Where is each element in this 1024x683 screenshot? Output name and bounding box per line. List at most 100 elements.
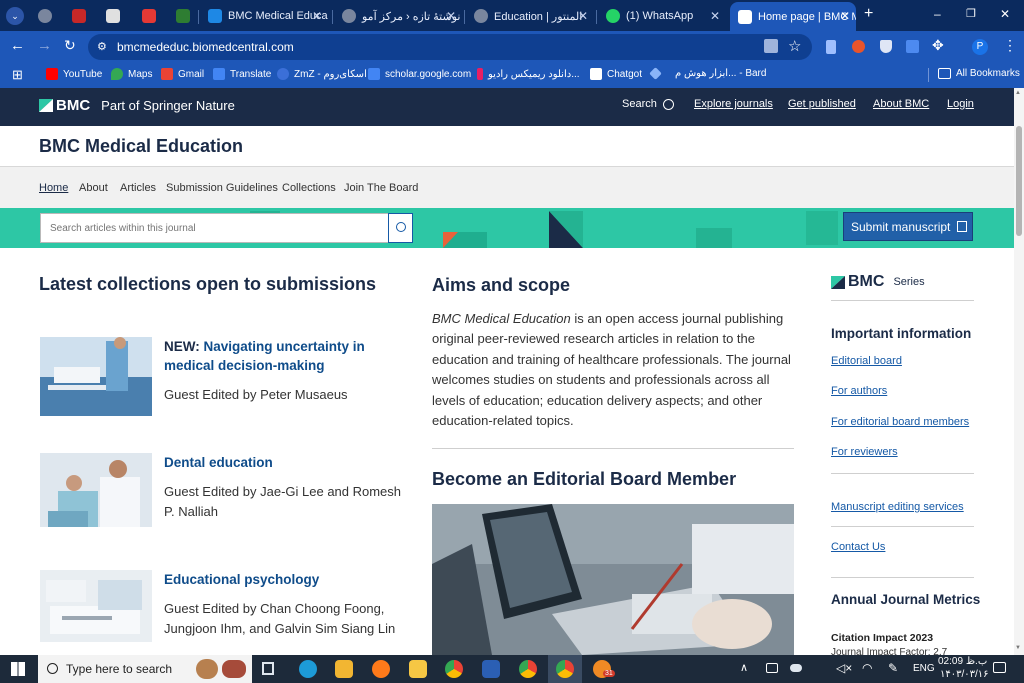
- scroll-up-arrow[interactable]: ▲: [1015, 90, 1021, 96]
- taskbar-search-box[interactable]: Type here to search: [38, 655, 252, 683]
- firefox-icon[interactable]: [372, 660, 390, 678]
- manuscript-editing-services-link[interactable]: Manuscript editing services: [831, 501, 964, 513]
- browser-tab[interactable]: BMC Medical Educa ✕: [200, 4, 328, 28]
- reload-icon[interactable]: ↻: [64, 37, 76, 54]
- browser-tab[interactable]: (1) WhatsApp ✕: [598, 4, 726, 28]
- onedrive-icon[interactable]: [790, 664, 802, 672]
- close-window-button[interactable]: ✕: [1000, 7, 1010, 21]
- collection-title-link[interactable]: Educational psychology: [164, 570, 394, 589]
- new-tab-button[interactable]: +: [864, 5, 873, 23]
- task-view-icon[interactable]: [262, 662, 274, 675]
- site-search-button[interactable]: Search: [622, 98, 674, 110]
- for-authors-link[interactable]: For authors: [831, 385, 887, 397]
- network-icon[interactable]: [766, 663, 778, 673]
- close-tab-icon[interactable]: ✕: [446, 9, 456, 23]
- notifications-icon[interactable]: [993, 662, 1006, 673]
- clock-date[interactable]: ۱۴۰۳/۰۳/۱۶: [940, 669, 989, 680]
- windows-start-icon[interactable]: [11, 662, 25, 676]
- bookmark-scholar[interactable]: scholar.google.com: [368, 68, 471, 80]
- collection-title-link[interactable]: NEW: Navigating uncertainty in medical d…: [164, 337, 394, 375]
- bookmark-gmail[interactable]: Gmail: [161, 68, 204, 80]
- volume-icon[interactable]: ◁×: [836, 661, 852, 675]
- close-tab-icon[interactable]: ✕: [312, 9, 322, 23]
- chrome-icon[interactable]: [556, 660, 574, 678]
- back-icon[interactable]: ←: [10, 37, 25, 54]
- nav-get-published[interactable]: Get published: [788, 98, 856, 110]
- for-editorial-board-members-link[interactable]: For editorial board members: [831, 416, 969, 428]
- profile-avatar[interactable]: P: [972, 39, 988, 55]
- input-language[interactable]: ENG: [913, 663, 935, 674]
- apps-grid-icon[interactable]: ⊞: [12, 67, 23, 83]
- close-tab-icon[interactable]: ✕: [578, 9, 588, 23]
- bookmark-star-icon[interactable]: ☆: [788, 37, 801, 55]
- contact-us-link[interactable]: Contact Us: [831, 541, 885, 553]
- chrome-icon[interactable]: [519, 660, 537, 678]
- pen-icon[interactable]: ✎: [888, 661, 898, 675]
- close-tab-icon[interactable]: ✕: [710, 9, 720, 23]
- close-tab-icon[interactable]: ✕: [840, 9, 850, 23]
- minimize-button[interactable]: –: [934, 7, 941, 21]
- browser-tab[interactable]: نوشتۀ تازه ‹ مرکز آمو ✕: [334, 4, 462, 28]
- restore-button[interactable]: ❐: [966, 7, 976, 20]
- browser-tab[interactable]: Education | المنتور ✕: [466, 4, 594, 28]
- file-explorer-icon[interactable]: [409, 660, 427, 678]
- word-icon[interactable]: [482, 660, 500, 678]
- bmc-logo[interactable]: BMC Part of Springer Nature: [39, 97, 235, 114]
- nav-login[interactable]: Login: [947, 98, 974, 110]
- journal-nav-join-board[interactable]: Join The Board: [344, 182, 418, 194]
- bookmark-zmz[interactable]: ZmZ - اسکای‌روم: [277, 68, 367, 80]
- collection-title-link[interactable]: Dental education: [164, 453, 394, 472]
- journal-nav-home[interactable]: Home: [39, 182, 68, 194]
- nav-about-bmc[interactable]: About BMC: [873, 98, 929, 110]
- extension-icon[interactable]: [852, 40, 865, 53]
- bookmark-maps[interactable]: Maps: [111, 68, 152, 80]
- journal-nav-about[interactable]: About: [79, 182, 108, 194]
- browser-tab[interactable]: [64, 4, 94, 28]
- collection-thumbnail-image[interactable]: [40, 337, 152, 416]
- url-text[interactable]: bmcmededuc.biomedcentral.com: [117, 40, 294, 54]
- collection-thumbnail-image[interactable]: [40, 453, 152, 527]
- browser-tab[interactable]: [98, 4, 128, 28]
- address-bar[interactable]: ⚙ bmcmededuc.biomedcentral.com ☆: [88, 34, 812, 60]
- menu-dots-icon[interactable]: ⋮: [1003, 37, 1017, 54]
- translate-page-icon[interactable]: [764, 39, 778, 53]
- tab-search-button[interactable]: ⌄: [6, 7, 24, 25]
- browser-tab[interactable]: [134, 4, 164, 28]
- journal-search-input[interactable]: [40, 213, 389, 243]
- extension-icon[interactable]: [826, 40, 836, 54]
- bookmark-youtube[interactable]: YouTube: [46, 68, 102, 80]
- browser-tab[interactable]: [30, 4, 60, 28]
- nav-explore-journals[interactable]: Explore journals: [694, 98, 773, 110]
- browser-tab[interactable]: [168, 4, 198, 28]
- bmc-series-logo[interactable]: BMC Series: [831, 273, 925, 291]
- clock-time[interactable]: 02:09 ب.ظ: [938, 656, 987, 667]
- collection-thumbnail-image[interactable]: [40, 570, 152, 642]
- all-bookmarks-button[interactable]: All Bookmarks: [938, 68, 1020, 79]
- bookmark-music[interactable]: دانلود ریمیکس رادیو...: [477, 68, 580, 80]
- extensions-puzzle-icon[interactable]: ✥: [932, 37, 944, 54]
- journal-nav-collections[interactable]: Collections: [282, 182, 336, 194]
- forward-icon[interactable]: →: [37, 37, 52, 54]
- editorial-board-link[interactable]: Editorial board: [831, 355, 902, 367]
- journal-search-button[interactable]: [388, 213, 413, 243]
- wifi-icon[interactable]: ◠: [862, 661, 872, 675]
- edge-icon[interactable]: [299, 660, 317, 678]
- store-icon[interactable]: [335, 660, 353, 678]
- chevron-up-icon[interactable]: ∧: [740, 661, 748, 674]
- browser-tab-active[interactable]: Home page | BMC M ✕: [730, 2, 856, 31]
- submit-manuscript-button[interactable]: Submit manuscript: [843, 212, 973, 241]
- shield-icon[interactable]: [880, 40, 892, 53]
- journal-nav-articles[interactable]: Articles: [120, 182, 156, 194]
- translate-extension-icon[interactable]: [906, 40, 919, 53]
- site-info-icon[interactable]: ⚙: [97, 40, 107, 53]
- bookmark-translate[interactable]: Translate: [213, 68, 271, 80]
- page-scrollbar-thumb[interactable]: [1016, 126, 1022, 236]
- journal-title[interactable]: BMC Medical Education: [39, 136, 243, 157]
- bookmark-bard[interactable]: ابزار هوش م... - Bard: [649, 67, 766, 80]
- bookmark-chatgot[interactable]: Chatgot: [590, 68, 642, 80]
- for-reviewers-link[interactable]: For reviewers: [831, 446, 898, 458]
- chrome-icon[interactable]: [445, 660, 463, 678]
- journal-nav-submission-guidelines[interactable]: Submission Guidelines: [166, 182, 278, 194]
- scroll-down-arrow[interactable]: ▼: [1015, 645, 1021, 651]
- gmail-icon: [161, 68, 173, 80]
